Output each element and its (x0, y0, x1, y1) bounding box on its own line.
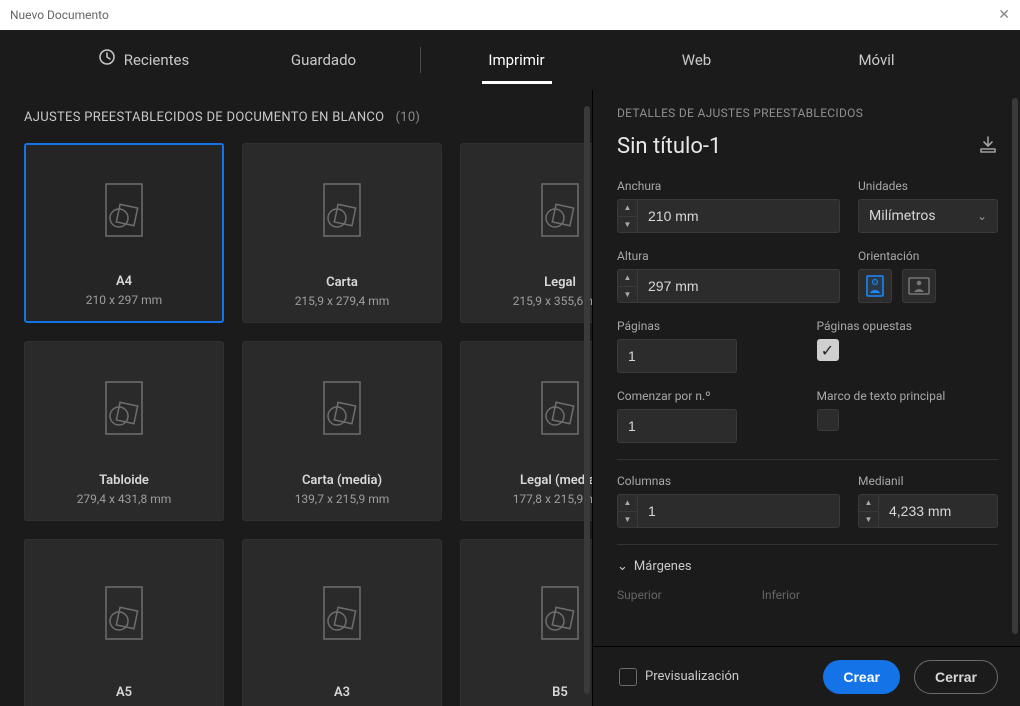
tab-guardado[interactable]: Guardado (234, 30, 414, 90)
orientation-portrait[interactable] (858, 269, 892, 303)
preset-size: 139,7 x 215,9 mm (295, 492, 390, 506)
chevron-up-icon[interactable]: ▲ (618, 495, 637, 512)
checkbox-icon (619, 668, 637, 686)
preset-card-legal[interactable]: Legal 215,9 x 355,6 mm (460, 143, 592, 323)
tab-imprimir[interactable]: Imprimir (427, 30, 607, 90)
preset-size: 215,9 x 355,6 mm (513, 294, 592, 308)
document-icon (100, 342, 148, 473)
clock-icon (98, 31, 116, 91)
label-medianil: Medianil (858, 474, 998, 488)
document-icon (536, 144, 584, 275)
label-comenzar: Comenzar por n.º (617, 389, 799, 403)
preset-name: A5 (116, 685, 132, 700)
preview-checkbox[interactable]: Previsualización (619, 668, 739, 686)
chevron-down-icon[interactable]: ▼ (618, 217, 637, 233)
chevron-up-icon[interactable]: ▲ (618, 270, 637, 287)
preset-card-b5[interactable]: B5 (460, 539, 592, 706)
orientation-landscape[interactable] (902, 269, 936, 303)
preset-name: Tabloide (99, 473, 149, 488)
close-icon[interactable]: ✕ (998, 7, 1010, 23)
document-icon (536, 540, 584, 685)
chevron-down-icon: ⌄ (617, 559, 628, 574)
height-input[interactable] (637, 269, 840, 303)
label-paginas: Páginas (617, 319, 799, 333)
preset-size: 279,4 x 431,8 mm (77, 492, 172, 506)
tab-web[interactable]: Web (607, 30, 787, 90)
chevron-down-icon[interactable]: ▼ (618, 287, 637, 303)
gutter-input[interactable] (878, 494, 998, 528)
divider (617, 544, 998, 545)
save-preset-icon[interactable] (978, 135, 998, 159)
document-icon (318, 540, 366, 685)
preset-card-a3[interactable]: A3 (242, 539, 442, 706)
preset-card-tabloide[interactable]: Tabloide 279,4 x 431,8 mm (24, 341, 224, 521)
preset-size: 177,8 x 215,9 mm (513, 492, 592, 506)
height-stepper[interactable]: ▲▼ (617, 269, 840, 303)
presets-header: AJUSTES PREESTABLECIDOS DE DOCUMENTO EN … (24, 110, 572, 125)
tab-movil[interactable]: Móvil (787, 30, 967, 90)
divider (420, 47, 421, 73)
document-name[interactable]: Sin título-1 (617, 134, 721, 159)
label-opuestas: Páginas opuestas (817, 319, 999, 333)
columns-stepper[interactable]: ▲▼ (617, 494, 840, 528)
columns-input[interactable] (637, 494, 840, 528)
preset-name: Carta (media) (302, 473, 382, 488)
chevron-down-icon[interactable]: ▼ (859, 512, 878, 528)
preset-card-legal-media-[interactable]: Legal (media) 177,8 x 215,9 mm (460, 341, 592, 521)
window-title: Nuevo Documento (10, 8, 109, 22)
preset-size: 215,9 x 279,4 mm (295, 294, 390, 308)
preset-name: B5 (552, 685, 568, 700)
label-marco: Marco de texto principal (817, 389, 999, 403)
chevron-up-icon[interactable]: ▲ (859, 495, 878, 512)
label-altura: Altura (617, 249, 840, 263)
pages-input[interactable] (617, 339, 737, 373)
width-input[interactable] (637, 199, 840, 233)
category-tabs: Recientes Guardado Imprimir Web Móvil (0, 30, 1020, 90)
preset-card-carta-media-[interactable]: Carta (media) 139,7 x 215,9 mm (242, 341, 442, 521)
document-icon (536, 342, 584, 473)
create-button[interactable]: Crear (823, 660, 900, 694)
label-anchura: Anchura (617, 179, 840, 193)
preset-card-a5[interactable]: A5 (24, 539, 224, 706)
facing-pages-checkbox[interactable]: ✓ (817, 339, 839, 361)
document-icon (318, 144, 366, 275)
label-columnas: Columnas (617, 474, 840, 488)
close-button[interactable]: Cerrar (914, 660, 998, 694)
divider (617, 459, 998, 460)
preset-name: A3 (334, 685, 350, 700)
preset-card-carta[interactable]: Carta 215,9 x 279,4 mm (242, 143, 442, 323)
tab-recientes[interactable]: Recientes (54, 30, 234, 90)
preset-name: Carta (326, 275, 358, 290)
document-icon (318, 342, 366, 473)
chevron-down-icon: ⌄ (977, 209, 987, 223)
preset-card-a4[interactable]: A4 210 x 297 mm (24, 143, 224, 323)
label-inferior: Inferior (762, 588, 800, 602)
document-icon (100, 145, 148, 274)
label-superior: Superior (617, 588, 662, 602)
width-stepper[interactable]: ▲▼ (617, 199, 840, 233)
chevron-down-icon[interactable]: ▼ (618, 512, 637, 528)
start-page-input[interactable] (617, 409, 737, 443)
label-orientacion: Orientación (858, 249, 998, 263)
chevron-up-icon[interactable]: ▲ (618, 200, 637, 217)
preset-size: 210 x 297 mm (86, 293, 162, 307)
preset-name: A4 (116, 274, 132, 289)
units-select[interactable]: Milímetros ⌄ (858, 199, 998, 233)
gutter-stepper[interactable]: ▲▼ (858, 494, 998, 528)
primary-text-frame-checkbox[interactable] (817, 409, 839, 431)
details-header: DETALLES DE AJUSTES PREESTABLECIDOS (617, 106, 998, 120)
margins-section-toggle[interactable]: ⌄ Márgenes (617, 559, 998, 574)
preset-name: Legal (media) (520, 473, 592, 488)
label-unidades: Unidades (858, 179, 998, 193)
preset-name: Legal (544, 275, 576, 290)
document-icon (100, 540, 148, 685)
